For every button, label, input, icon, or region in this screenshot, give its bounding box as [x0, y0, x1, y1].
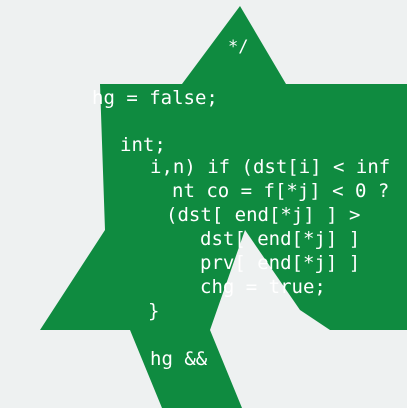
star-shape — [40, 6, 407, 408]
canvas: */ hg = false; int; i,n) if (dst[i] < in… — [0, 0, 407, 408]
green-star-logo-icon — [40, 6, 407, 408]
